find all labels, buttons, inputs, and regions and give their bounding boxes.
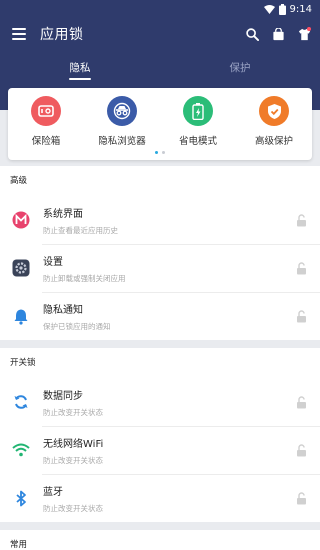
- item-subtitle: 保护已锁应用的通知: [43, 321, 111, 331]
- tab-privacy[interactable]: 隐私: [0, 50, 160, 82]
- feature-power-saving[interactable]: 省电模式: [163, 96, 233, 147]
- item-subtitle: 防止查看最近应用历史: [43, 225, 118, 235]
- list-item-private-notification[interactable]: 隐私通知 保护已锁应用的通知: [0, 292, 320, 340]
- bluetooth-icon: [11, 488, 31, 508]
- tab-protection[interactable]: 保护: [160, 50, 320, 82]
- app-title: 应用锁: [40, 27, 84, 43]
- item-title: 系统界面: [43, 208, 83, 220]
- feature-label: 隐私浏览器: [98, 136, 146, 147]
- system-ui-icon: [11, 210, 31, 230]
- feature-label: 保险箱: [31, 136, 61, 147]
- item-title: 无线网络WiFi: [43, 438, 104, 450]
- wifi-icon: [11, 440, 31, 460]
- feature-card: 保险箱 隐私浏览器 省电模式 高级保护: [8, 88, 312, 160]
- item-subtitle: 防止卸载或强制关闭应用: [43, 273, 126, 283]
- unlock-icon[interactable]: [294, 309, 308, 323]
- feature-label: 省电模式: [178, 136, 217, 147]
- section-title: 高级: [0, 166, 320, 196]
- vault-icon: [31, 96, 61, 126]
- item-subtitle: 防止改变开关状态: [43, 455, 103, 465]
- unlock-icon[interactable]: [294, 213, 308, 227]
- list-item-system-ui[interactable]: 系统界面 防止查看最近应用历史: [0, 196, 320, 244]
- tab-bar: 隐私 保护: [0, 50, 320, 82]
- shield-icon: [259, 96, 289, 126]
- unlock-icon[interactable]: [294, 491, 308, 505]
- battery-icon: [278, 3, 286, 15]
- menu-icon[interactable]: [12, 28, 26, 40]
- shopping-bag-icon[interactable]: [270, 26, 286, 42]
- bell-icon: [11, 306, 31, 326]
- feature-label: 高级保护: [254, 136, 293, 147]
- shirt-icon[interactable]: [296, 26, 312, 42]
- page-dot-active: [155, 151, 158, 154]
- section-title: 开关锁: [0, 348, 320, 378]
- item-subtitle: 防止改变开关状态: [43, 503, 103, 513]
- page-dot: [162, 151, 165, 154]
- section-title: 常用: [0, 530, 320, 550]
- feature-advanced-protection[interactable]: 高级保护: [239, 96, 309, 147]
- search-icon[interactable]: [244, 26, 260, 42]
- list-item-wifi[interactable]: 无线网络WiFi 防止改变开关状态: [0, 426, 320, 474]
- item-title: 蓝牙: [43, 486, 63, 498]
- unlock-icon[interactable]: [294, 395, 308, 409]
- clock: 9:14: [289, 3, 312, 15]
- feature-private-browser[interactable]: 隐私浏览器: [87, 96, 157, 147]
- page-indicator: [8, 151, 312, 154]
- list-item-bluetooth[interactable]: 蓝牙 防止改变开关状态: [0, 474, 320, 522]
- item-title: 设置: [43, 256, 63, 268]
- section-toggle-lock: 开关锁 数据同步 防止改变开关状态 无线网络WiFi 防止改变开关状态 蓝牙 防…: [0, 348, 320, 522]
- settings-icon: [11, 258, 31, 278]
- unlock-icon[interactable]: [294, 443, 308, 457]
- feature-vault[interactable]: 保险箱: [11, 96, 81, 147]
- item-subtitle: 防止改变开关状态: [43, 407, 103, 417]
- incognito-browser-icon: [107, 96, 137, 126]
- unlock-icon[interactable]: [294, 261, 308, 275]
- item-title: 数据同步: [43, 390, 83, 402]
- status-bar: 9:14: [0, 0, 320, 18]
- wifi-status-icon: [263, 4, 275, 14]
- notification-dot: [307, 27, 311, 31]
- list-item-data-sync[interactable]: 数据同步 防止改变开关状态: [0, 378, 320, 426]
- item-title: 隐私通知: [43, 304, 83, 316]
- settings-list: 高级 系统界面 防止查看最近应用历史 设置 防止卸载或强制关闭应用 隐私通知 保…: [0, 166, 320, 550]
- sync-icon: [11, 392, 31, 412]
- list-item-settings[interactable]: 设置 防止卸载或强制关闭应用: [0, 244, 320, 292]
- battery-saver-icon: [183, 96, 213, 126]
- section-advanced: 高级 系统界面 防止查看最近应用历史 设置 防止卸载或强制关闭应用 隐私通知 保…: [0, 166, 320, 340]
- section-common: 常用: [0, 530, 320, 550]
- app-bar: 应用锁: [0, 18, 320, 50]
